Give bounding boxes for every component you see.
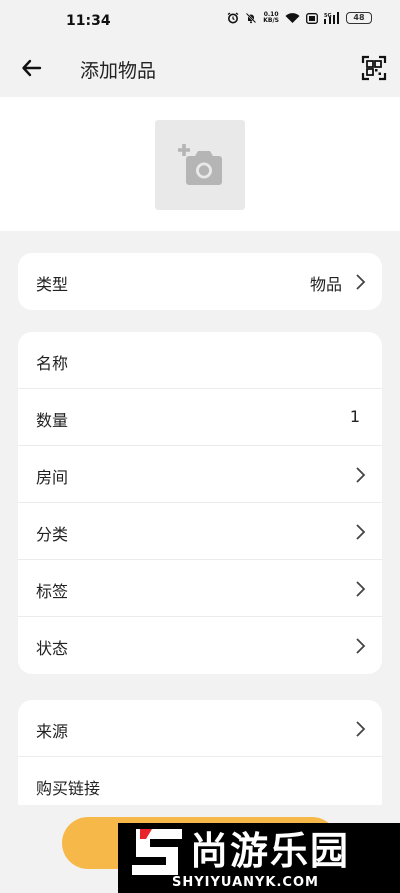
source-row[interactable]: 来源 (18, 700, 382, 757)
add-photo-button[interactable] (155, 120, 245, 210)
source-label: 来源 (36, 722, 69, 741)
arrow-left-icon (22, 59, 42, 77)
app-bar: 添加物品 (0, 40, 400, 97)
quantity-value: 1 (349, 407, 360, 426)
battery-indicator: 48 (346, 12, 372, 24)
chevron-right-icon (356, 274, 366, 290)
qr-scan-icon (361, 55, 387, 81)
name-label: 名称 (36, 354, 69, 373)
chevron-right-icon (356, 581, 366, 597)
alarm-icon (227, 12, 239, 24)
type-value: 物品 (309, 275, 342, 294)
wifi-icon (285, 12, 300, 24)
watermark-domain: SHYIYUANYK.COM (172, 875, 319, 890)
status-bar: 11:34 0.10 KB/S 5G 48 (0, 0, 400, 40)
status-icons: 0.10 KB/S 5G 48 (227, 12, 372, 24)
type-card: 类型 物品 (18, 253, 382, 310)
quantity-label: 数量 (36, 411, 69, 430)
watermark-name: 尚游乐园 (190, 829, 351, 873)
quantity-row[interactable]: 数量 1 (18, 389, 382, 446)
room-row[interactable]: 房间 (18, 446, 382, 503)
category-row[interactable]: 分类 (18, 503, 382, 560)
status-time: 11:34 (66, 13, 111, 29)
back-button[interactable] (18, 54, 46, 82)
chevron-right-icon (356, 721, 366, 737)
status-label: 状态 (36, 639, 69, 658)
page-title: 添加物品 (80, 60, 157, 82)
details-card: 名称 数量 1 房间 分类 标签 状态 (18, 332, 382, 674)
mute-bell-icon (245, 12, 257, 24)
photo-area (0, 97, 400, 231)
room-label: 房间 (36, 468, 69, 487)
add-camera-icon (178, 144, 222, 185)
watermark: 尚游乐园 SHYIYUANYK.COM (118, 823, 400, 893)
sim-icon (306, 12, 318, 24)
category-label: 分类 (36, 525, 69, 544)
scan-button[interactable] (360, 54, 388, 82)
purchase-link-row[interactable]: 购买链接 (18, 757, 382, 805)
chevron-right-icon (356, 524, 366, 540)
status-row[interactable]: 状态 (18, 617, 382, 674)
screen: 11:34 0.10 KB/S 5G 48 添加物品 类型 物品 名称 数量 1… (0, 0, 400, 893)
chevron-right-icon (356, 467, 366, 483)
tags-row[interactable]: 标签 (18, 560, 382, 617)
type-label: 类型 (36, 275, 69, 294)
watermark-logo-icon (132, 829, 182, 875)
type-row[interactable]: 类型 物品 (18, 253, 382, 310)
source-card: 来源 购买链接 (18, 700, 382, 805)
name-row[interactable]: 名称 (18, 332, 382, 389)
tags-label: 标签 (36, 582, 69, 601)
signal-icon: 5G (324, 12, 340, 24)
net-speed: 0.10 KB/S (263, 12, 279, 24)
chevron-right-icon (356, 638, 366, 654)
net-speed-unit: KB/S (263, 17, 279, 24)
purchase-link-label: 购买链接 (36, 779, 101, 798)
